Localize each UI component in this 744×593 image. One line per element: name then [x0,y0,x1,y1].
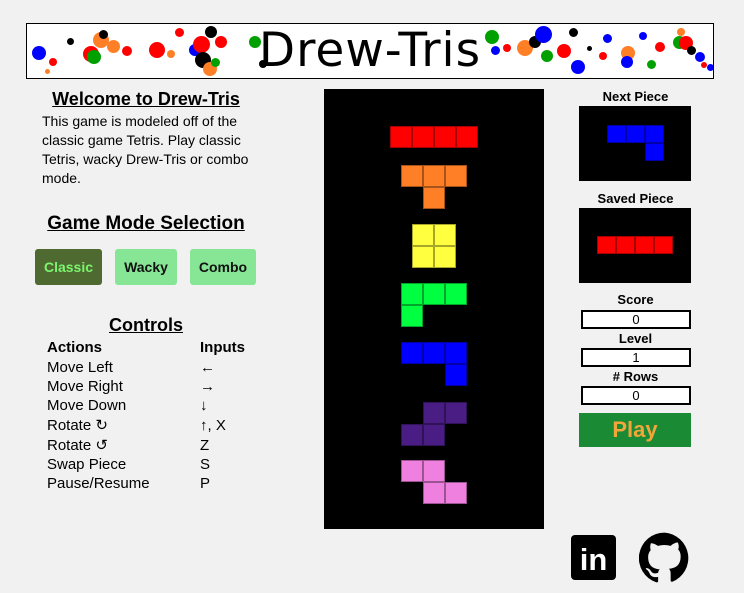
linkedin-icon[interactable]: in [571,535,616,580]
controls-heading: Controls [109,315,183,335]
level-value: 1 [581,348,691,367]
game-board[interactable] [324,89,544,529]
block-cell [412,246,434,268]
control-input: ↓ [200,397,208,414]
control-row: Move Down ↓ [47,396,287,416]
control-action: Pause/Resume [47,475,150,492]
linkedin-icon-text: in [580,542,608,577]
block-cell [635,236,654,254]
block-cell [423,187,445,209]
intro-text: This game is modeled off of the classic … [42,113,249,186]
control-input: P [200,475,211,492]
block-cell [597,236,616,254]
control-row: Move Left ← [47,358,287,378]
control-action: Rotate ↻ [47,417,108,434]
block-cell [423,460,445,482]
block-cell [423,482,445,504]
game-title: Drew-Tris [258,23,482,78]
block-cell [645,143,664,161]
control-row: Swap Piece S [47,455,287,475]
block-cell [445,402,467,424]
rows-value: 0 [581,386,691,405]
score-value: 0 [581,310,691,329]
block-cell [645,125,664,143]
control-input: S [200,456,211,473]
block-cell [434,246,456,268]
block-cell [401,165,423,187]
block-cell [401,305,423,327]
control-input: Z [200,437,210,454]
block-cell [456,126,478,148]
header-banner: Drew-Tris [26,23,714,79]
play-button[interactable]: Play [579,413,691,447]
control-input: → [200,378,215,395]
control-row: Rotate ↻ ↑, X [47,416,287,436]
block-cell [401,424,423,446]
actions-column-header: Actions [47,339,103,356]
block-cell [401,342,423,364]
rows-label: # Rows [612,369,659,384]
saved-piece-preview [579,208,691,283]
block-cell [445,364,467,386]
block-cell [434,126,456,148]
block-cell [412,224,434,246]
control-action: Swap Piece [47,456,127,473]
control-input: ↑, X [200,417,226,434]
block-cell [626,125,645,143]
block-cell [423,165,445,187]
block-cell [654,236,673,254]
score-label: Score [617,292,654,307]
classic-mode-button[interactable]: Classic [35,249,102,285]
control-action: Move Right [47,378,123,395]
block-cell [445,482,467,504]
block-cell [434,224,456,246]
next-piece-label: Next Piece [602,89,669,104]
wacky-mode-button[interactable]: Wacky [115,249,177,285]
block-cell [401,460,423,482]
block-cell [607,125,626,143]
level-label: Level [618,331,653,346]
github-icon[interactable] [639,532,690,583]
control-action: Move Down [47,397,127,414]
block-cell [401,283,423,305]
control-input: ← [200,359,215,376]
block-cell [390,126,412,148]
mode-heading: Game Mode Selection [47,213,245,234]
combo-mode-button[interactable]: Combo [190,249,256,285]
saved-piece-label: Saved Piece [597,191,674,206]
block-cell [445,165,467,187]
inputs-column-header: Inputs [200,339,245,356]
welcome-heading: Welcome to Drew-Tris [52,89,240,109]
block-cell [445,283,467,305]
control-row: Pause/Resume P [47,474,287,494]
block-cell [445,342,467,364]
next-piece-preview [579,106,691,181]
block-cell [423,283,445,305]
block-cell [423,402,445,424]
block-cell [423,342,445,364]
control-action: Rotate ↺ [47,437,108,454]
control-row: Move Right → [47,377,287,397]
control-action: Move Left [47,359,113,376]
control-row: Rotate ↺ Z [47,436,287,456]
block-cell [412,126,434,148]
block-cell [423,424,445,446]
block-cell [616,236,635,254]
